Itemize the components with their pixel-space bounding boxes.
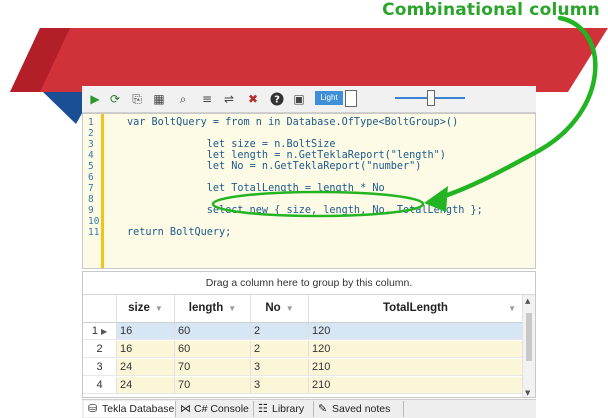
- column-header-label: size: [128, 302, 150, 314]
- table-row[interactable]: 2 16 60 2 120: [83, 341, 523, 358]
- filter-icon[interactable]: ▼: [228, 304, 236, 313]
- tab-csharp-console[interactable]: ⋈ C# Console: [176, 401, 254, 417]
- row-number: 4: [83, 377, 117, 394]
- console-icon: ⋈: [180, 403, 191, 415]
- database-icon: ⛁: [88, 403, 98, 415]
- cell-no[interactable]: 3: [251, 359, 309, 376]
- group-by-panel[interactable]: Drag a column here to group by this colu…: [83, 272, 535, 295]
- current-row-indicator-icon: ▶: [101, 327, 108, 336]
- column-header-length[interactable]: length ▼: [175, 295, 251, 322]
- cell-no[interactable]: 2: [251, 323, 309, 340]
- row-number-label: 1: [91, 325, 98, 337]
- row-number: 2: [83, 341, 117, 358]
- tab-label: Library: [272, 403, 305, 415]
- row-number: 1 ▶: [83, 323, 117, 340]
- row-number: 3: [83, 359, 117, 376]
- column-header-no[interactable]: No ▼: [251, 295, 309, 322]
- column-header-totallength[interactable]: TotalLength ▼: [309, 295, 523, 322]
- table-row-selected[interactable]: 1 ▶ 16 60 2 120: [83, 323, 523, 340]
- column-header-size[interactable]: size ▼: [117, 295, 175, 322]
- bottom-tab-bar: ⛁ Tekla Database ⋈ C# Console ☷ Library ✎ Sa…: [82, 399, 536, 418]
- cell-size[interactable]: 16: [117, 323, 175, 340]
- cell-totallength[interactable]: 210: [309, 359, 523, 376]
- row-number-header: [83, 295, 117, 322]
- cell-totallength[interactable]: 120: [309, 323, 523, 340]
- result-grid: Drag a column here to group by this colu…: [82, 271, 536, 398]
- tab-tekla-database[interactable]: ⛁ Tekla Database: [84, 401, 176, 417]
- table-row[interactable]: 3 24 70 3 210: [83, 359, 523, 376]
- notes-icon: ✎: [318, 403, 328, 415]
- cell-no[interactable]: 2: [251, 341, 309, 358]
- tab-label: Tekla Database: [102, 403, 175, 415]
- column-header-label: No: [265, 302, 281, 314]
- tab-library[interactable]: ☷ Library: [254, 401, 314, 417]
- cell-totallength[interactable]: 120: [309, 341, 523, 358]
- vertical-scrollbar[interactable]: ▲ ▼: [522, 295, 535, 397]
- filter-icon[interactable]: ▼: [508, 295, 516, 322]
- scroll-down-icon[interactable]: ▼: [525, 389, 530, 397]
- cell-length[interactable]: 60: [175, 341, 251, 358]
- table-row[interactable]: 4 24 70 3 210: [83, 377, 523, 394]
- cell-no[interactable]: 3: [251, 377, 309, 394]
- tab-label: C# Console: [194, 403, 249, 415]
- cell-length[interactable]: 70: [175, 359, 251, 376]
- cell-size[interactable]: 16: [117, 341, 175, 358]
- cell-size[interactable]: 24: [117, 377, 175, 394]
- scroll-up-icon[interactable]: ▲: [525, 297, 530, 305]
- scrollbar-thumb[interactable]: [526, 313, 532, 361]
- grid-header: size ▼ length ▼ No ▼ TotalLength ▼: [83, 295, 523, 323]
- tab-label: Saved notes: [332, 403, 391, 415]
- filter-icon[interactable]: ▼: [155, 304, 163, 313]
- cell-length[interactable]: 60: [175, 323, 251, 340]
- library-icon: ☷: [258, 403, 268, 415]
- column-header-label: TotalLength: [383, 302, 448, 314]
- cell-size[interactable]: 24: [117, 359, 175, 376]
- tab-saved-notes[interactable]: ✎ Saved notes: [314, 401, 404, 417]
- column-header-label: length: [188, 302, 224, 314]
- cell-length[interactable]: 70: [175, 377, 251, 394]
- filter-icon[interactable]: ▼: [286, 304, 294, 313]
- cell-totallength[interactable]: 210: [309, 377, 523, 394]
